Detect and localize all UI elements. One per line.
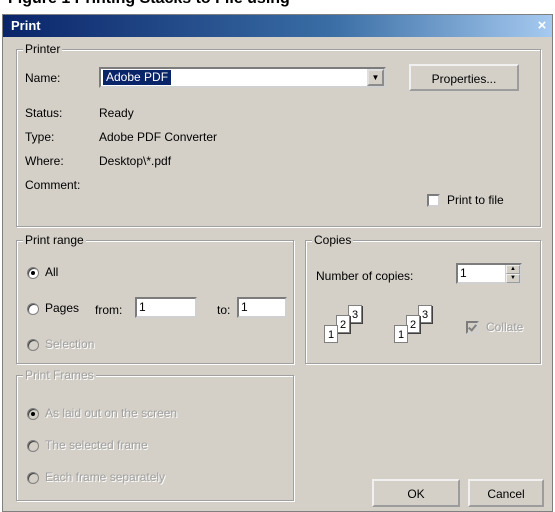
pages-radio[interactable]	[27, 303, 39, 315]
print-frames-group: Print Frames As laid out on the screen T…	[16, 368, 294, 501]
collate-label[interactable]: Collate	[486, 320, 523, 334]
figure-caption: Figure 1 Printing Stacks to File using	[0, 0, 555, 14]
frames-option-2-label[interactable]: The selected frame	[45, 438, 148, 452]
frames-option-3-label[interactable]: Each frame separately	[45, 470, 165, 484]
print-frames-legend: Print Frames	[23, 368, 96, 382]
printer-name-value: Adobe PDF	[103, 70, 172, 85]
from-label: from:	[95, 303, 123, 317]
frames-option-3-radio[interactable]	[27, 472, 39, 484]
figure-caption-text: Figure 1 Printing Stacks to File using	[8, 0, 290, 8]
name-label: Name:	[25, 71, 61, 85]
frames-option-2-radio[interactable]	[27, 440, 39, 452]
collate-page: 3	[348, 305, 362, 323]
collate-page: 2	[336, 315, 350, 333]
status-value: Ready	[99, 106, 134, 120]
where-label: Where:	[25, 154, 64, 168]
spin-down-icon[interactable]: ▼	[506, 274, 520, 283]
print-range-legend: Print range	[23, 233, 86, 247]
printer-group: Printer Name: Adobe PDF ▼ Properties... …	[16, 42, 541, 227]
collate-page: 2	[406, 315, 420, 333]
all-radio[interactable]	[27, 267, 39, 279]
number-of-copies-label: Number of copies:	[316, 269, 414, 283]
properties-button[interactable]: Properties...	[409, 64, 519, 91]
frames-option-1-radio[interactable]	[27, 408, 39, 420]
collate-page: 1	[324, 325, 338, 343]
print-range-group: Print range All Pages from: 1 to: 1 Sele…	[16, 233, 294, 364]
spin-up-icon[interactable]: ▲	[506, 265, 520, 274]
collate-page: 1	[394, 325, 408, 343]
frames-option-1-label[interactable]: As laid out on the screen	[45, 406, 177, 420]
window-title: Print	[11, 18, 41, 33]
all-radio-label[interactable]: All	[45, 265, 58, 279]
collate-checkbox[interactable]	[466, 321, 479, 334]
close-icon[interactable]: ×	[534, 18, 550, 34]
cancel-button[interactable]: Cancel	[468, 479, 544, 507]
from-page-input[interactable]: 1	[135, 297, 197, 318]
number-of-copies-value: 1	[460, 266, 467, 280]
copies-legend: Copies	[312, 233, 354, 247]
ok-button-label: OK	[407, 487, 425, 501]
print-to-file-checkbox[interactable]	[427, 194, 440, 207]
collate-page: 3	[418, 305, 432, 323]
print-dialog: Print × Printer Name: Adobe PDF ▼ Proper…	[2, 14, 553, 512]
where-value: Desktop\*.pdf	[99, 154, 172, 168]
selection-radio[interactable]	[27, 339, 39, 351]
printer-group-legend: Printer	[23, 42, 63, 56]
copies-spinner[interactable]: ▲ ▼	[505, 265, 520, 284]
collate-illustration-1: 3 2 1	[320, 297, 380, 347]
to-label: to:	[217, 303, 231, 317]
collate-illustration-2: 3 2 1	[390, 297, 450, 347]
comment-label: Comment:	[25, 178, 81, 192]
printer-name-dropdown[interactable]: Adobe PDF ▼	[99, 67, 386, 88]
dropdown-arrow-icon[interactable]: ▼	[367, 69, 384, 86]
pages-radio-label[interactable]: Pages	[45, 301, 79, 315]
selection-radio-label[interactable]: Selection	[45, 337, 94, 351]
number-of-copies-input[interactable]: 1 ▲ ▼	[456, 263, 522, 284]
type-label: Type:	[25, 130, 55, 144]
to-page-input[interactable]: 1	[237, 297, 287, 318]
print-to-file-label[interactable]: Print to file	[447, 193, 504, 207]
title-bar: Print ×	[3, 15, 552, 37]
properties-button-label: Properties...	[431, 72, 497, 86]
ok-button[interactable]: OK	[372, 479, 460, 507]
cancel-button-label: Cancel	[487, 487, 525, 501]
status-label: Status:	[25, 106, 63, 120]
type-value: Adobe PDF Converter	[99, 130, 218, 144]
copies-group: Copies Number of copies: 1 ▲ ▼ 3 2 1 3 2…	[305, 233, 541, 364]
